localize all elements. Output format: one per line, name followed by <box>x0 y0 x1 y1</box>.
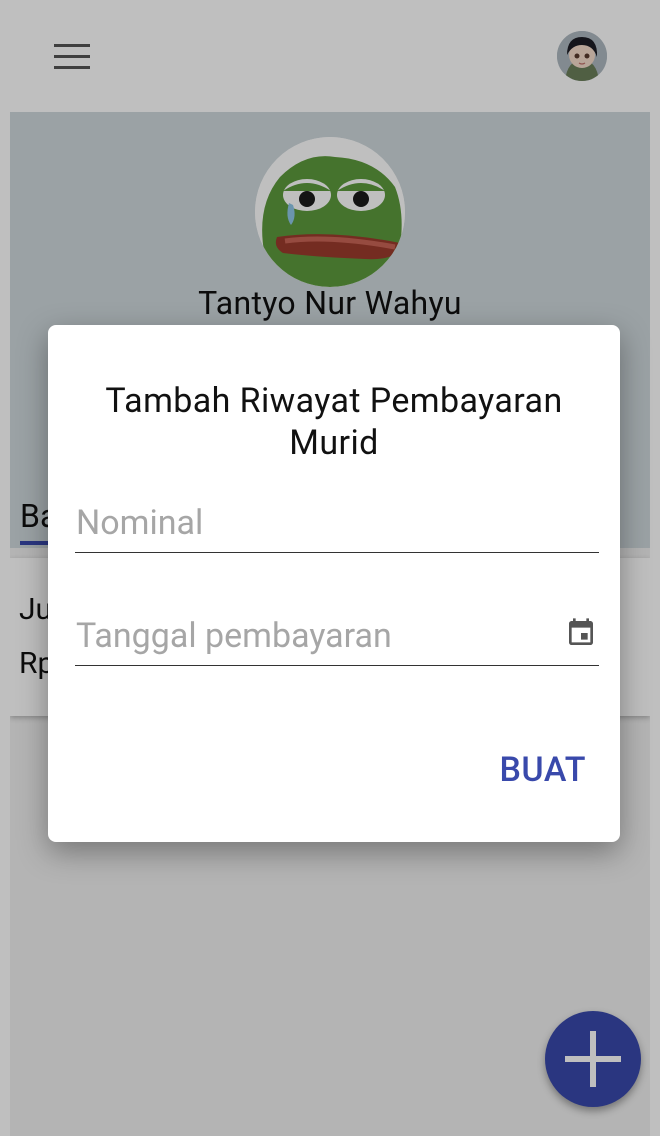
dialog-title: Tambah Riwayat Pembayaran Murid <box>105 381 563 463</box>
calendar-icon[interactable] <box>565 617 597 649</box>
nominal-input[interactable] <box>75 500 599 553</box>
create-button[interactable]: BUAT <box>499 750 586 790</box>
add-payment-dialog: Tambah Riwayat Pembayaran Murid BUAT <box>48 325 620 842</box>
payment-date-input[interactable] <box>75 613 599 666</box>
